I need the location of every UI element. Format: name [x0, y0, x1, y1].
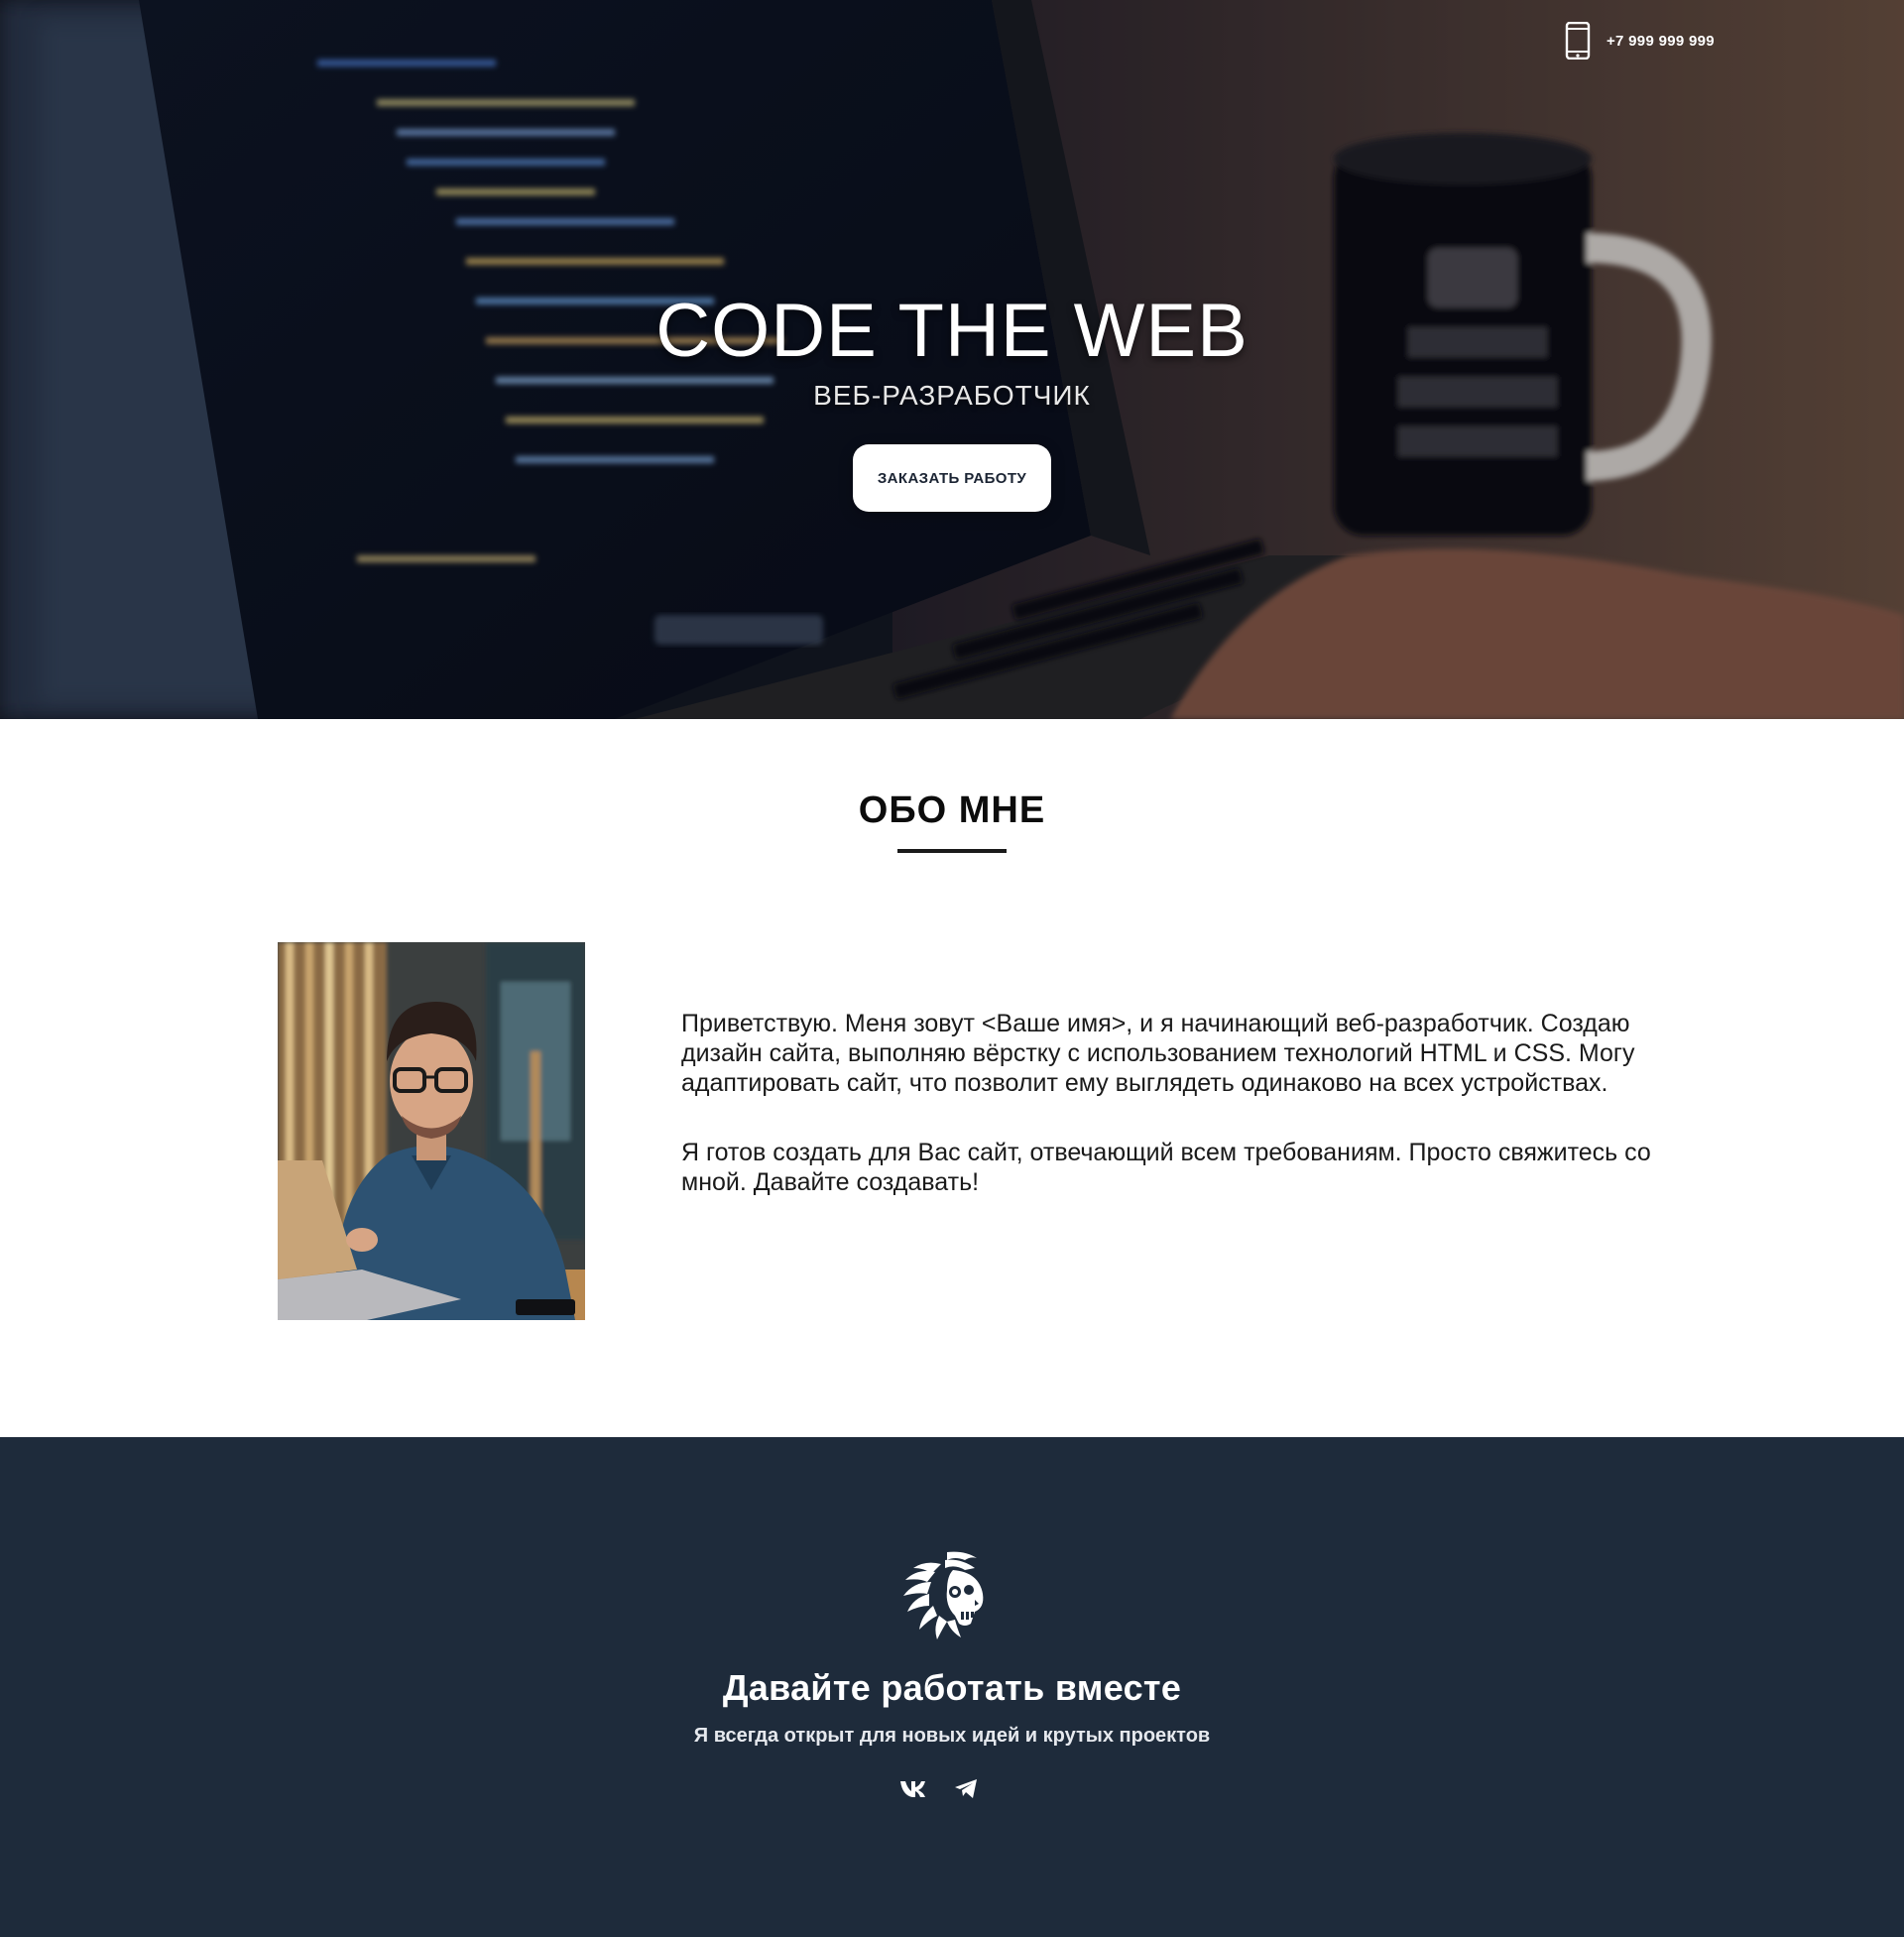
- telegram-icon[interactable]: [952, 1774, 980, 1802]
- about-text: Приветствую. Меня зовут <Ваше имя>, и я …: [681, 1009, 1673, 1197]
- hero-section: +7 999 999 999 CODE THE WEB ВЕБ-РАЗРАБОТ…: [0, 0, 1904, 719]
- chief-skull-logo-icon: [903, 1551, 984, 1639]
- footer-title: Давайте работать вместе: [722, 1667, 1182, 1708]
- about-heading-underline: [897, 849, 1007, 853]
- phone-icon: [1565, 22, 1591, 60]
- hero-subtitle: ВЕБ-РАЗРАБОТЧИК: [813, 380, 1091, 411]
- footer: Давайте работать вместе Я всегда открыт …: [0, 1437, 1904, 1937]
- vk-icon[interactable]: [898, 1774, 926, 1802]
- order-work-button[interactable]: ЗАКАЗАТЬ РАБОТУ: [853, 444, 1051, 512]
- hero-title: CODE THE WEB: [655, 289, 1249, 373]
- footer-subtitle: Я всегда открыт для новых идей и крутых …: [693, 1725, 1211, 1747]
- about-heading: ОБО МНЕ: [858, 789, 1046, 831]
- about-paragraph-1: Приветствую. Меня зовут <Ваше имя>, и я …: [681, 1010, 1635, 1097]
- about-paragraph-2: Я готов создать для Вас сайт, отвечающий…: [681, 1139, 1651, 1196]
- developer-portrait: [278, 942, 585, 1320]
- social-links: [898, 1774, 980, 1802]
- phone-number[interactable]: +7 999 999 999: [1606, 33, 1715, 50]
- header-phone[interactable]: +7 999 999 999: [1565, 22, 1715, 60]
